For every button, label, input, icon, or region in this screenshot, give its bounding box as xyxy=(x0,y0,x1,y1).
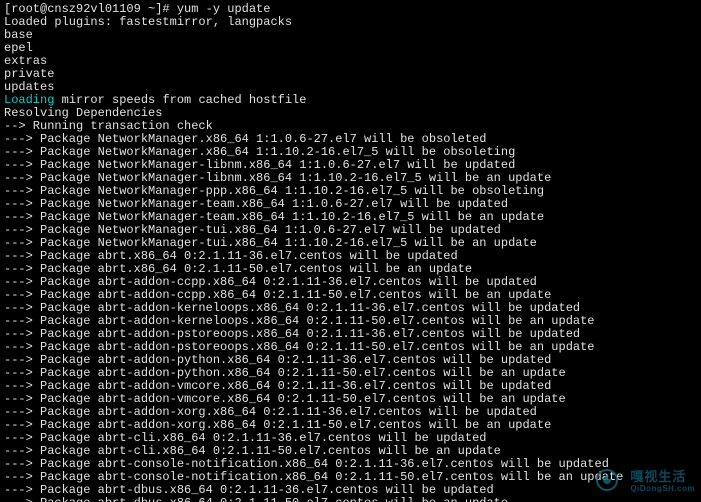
loading-rest: mirror speeds from cached hostfile xyxy=(54,93,306,107)
command-text: yum -y update xyxy=(177,2,271,16)
output-line: Loaded plugins: fastestmirror, langpacks xyxy=(4,16,697,29)
output-line: private xyxy=(4,68,697,81)
output-line: extras xyxy=(4,55,697,68)
output-line: base xyxy=(4,29,697,42)
package-line: ---> Package abrt-dbus.x86_64 0:2.1.11-5… xyxy=(4,497,697,502)
loading-keyword: Loading xyxy=(4,93,54,107)
output-line: epel xyxy=(4,42,697,55)
terminal-output: [root@cnsz92vl01109 ~]# yum -y updateLoa… xyxy=(0,0,701,502)
shell-prompt: [root@cnsz92vl01109 ~]# xyxy=(4,2,177,16)
